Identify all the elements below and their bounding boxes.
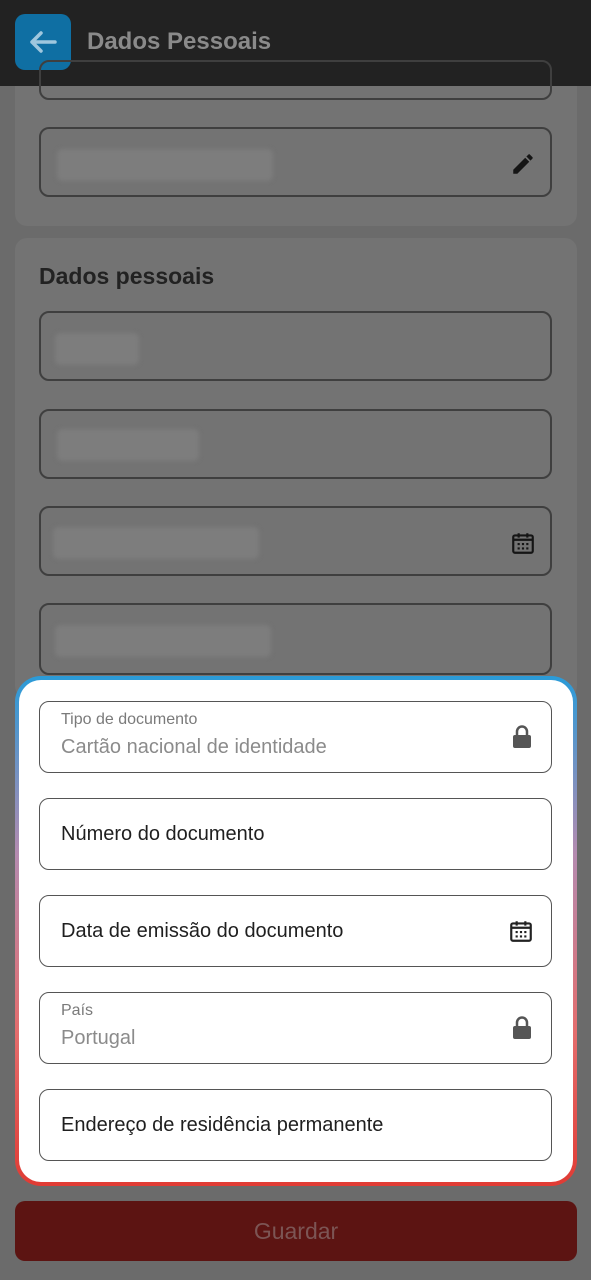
dimmed-field-1 bbox=[39, 311, 552, 381]
dimmed-field-edit bbox=[39, 127, 552, 197]
dimmed-field-4 bbox=[39, 603, 552, 675]
document-type-field[interactable]: Tipo de documento Cartão nacional de ide… bbox=[39, 701, 552, 773]
calendar-icon[interactable] bbox=[508, 918, 534, 944]
dimmed-field-partial bbox=[39, 60, 552, 100]
document-number-field[interactable]: Número do documento bbox=[39, 798, 552, 870]
country-label: País bbox=[61, 1002, 94, 1019]
document-type-value: Cartão nacional de identidade bbox=[61, 736, 327, 758]
country-field[interactable]: País Portugal bbox=[39, 992, 552, 1064]
page-title: Dados Pessoais bbox=[87, 28, 272, 55]
calendar-icon bbox=[512, 533, 534, 554]
issue-date-placeholder: Data de emissão do documento bbox=[61, 920, 344, 942]
dimmed-field-3 bbox=[39, 506, 552, 576]
section-title: Dados pessoais bbox=[39, 263, 215, 289]
issue-date-field[interactable]: Data de emissão do documento bbox=[39, 895, 552, 967]
lock-icon bbox=[513, 1016, 531, 1039]
document-number-placeholder: Número do documento bbox=[61, 823, 265, 845]
pencil-icon bbox=[513, 154, 533, 174]
country-value: Portugal bbox=[61, 1027, 136, 1049]
highlight-card: Tipo de documento Cartão nacional de ide… bbox=[15, 676, 577, 1186]
address-placeholder: Endereço de residência permanente bbox=[61, 1114, 384, 1136]
lock-icon bbox=[513, 725, 531, 748]
address-field[interactable]: Endereço de residência permanente bbox=[39, 1089, 552, 1161]
document-type-label: Tipo de documento bbox=[61, 711, 198, 728]
dimmed-field-2 bbox=[39, 409, 552, 479]
save-button[interactable]: Guardar bbox=[15, 1201, 577, 1261]
arrow-left-icon bbox=[30, 31, 57, 53]
